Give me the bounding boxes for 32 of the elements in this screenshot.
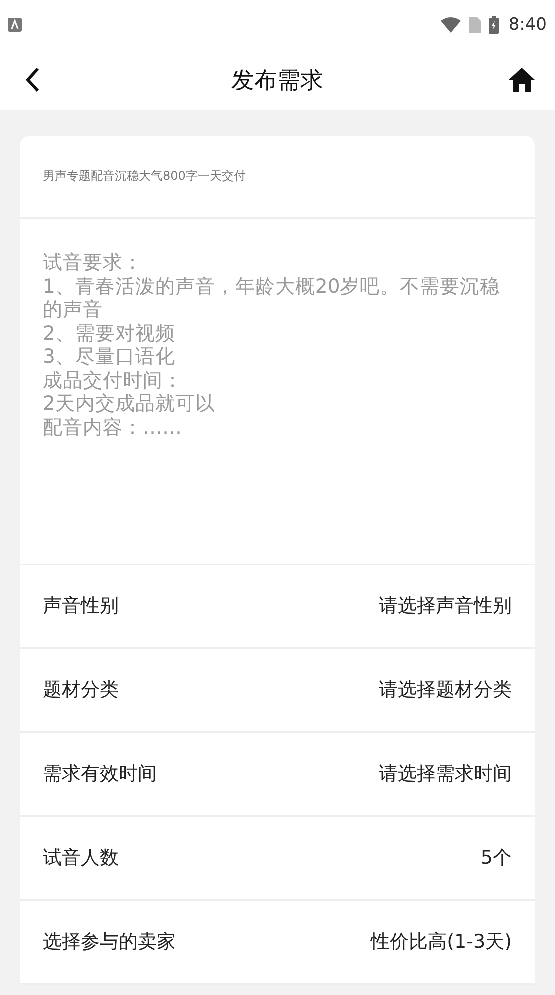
row-value: 请选择需求时间 [379,762,512,787]
form-row[interactable]: 题材分类 请选择题材分类 [20,649,535,733]
notification-icon [8,18,22,32]
chevron-left-icon [25,67,41,93]
form-row[interactable]: 试音人数 5个 [20,817,535,901]
form-row[interactable]: 需求有效时间 请选择需求时间 [20,733,535,817]
row-label: 选择参与的卖家 [43,930,176,955]
description-line: 1、青春活泼的声音，年龄大概20岁吧。不需要沉稳的声音 [43,274,502,322]
row-value: 请选择题材分类 [379,678,512,703]
row-label: 题材分类 [43,678,119,703]
description-line: 2天内交成品就可以 [43,392,216,416]
description-line: 配音内容：…… [43,416,182,439]
row-value: 性价比高(1-3天) [371,930,512,955]
description-line: 3、尽量口语化 [43,345,176,368]
home-button[interactable] [507,65,537,95]
form-row[interactable]: 声音性别 请选择声音性别 [20,565,535,649]
description-line: 试音要求： [43,251,143,274]
description-line: 2、需要对视频 [43,322,176,345]
row-value: 请选择声音性别 [379,594,512,619]
row-value: 5个 [480,846,512,871]
row-label: 试音人数 [43,846,119,871]
page-title: 发布需求 [232,66,324,96]
row-label: 声音性别 [43,594,119,619]
description-line: 成品交付时间： [43,368,183,392]
wifi-icon [440,17,461,33]
title-field[interactable]: 男声专题配音沉稳大气800字一天交付 [20,136,535,219]
home-icon [508,67,536,93]
row-label: 需求有效时间 [43,762,157,787]
no-sim-icon [468,17,481,33]
battery-icon [488,16,499,34]
clock-time: 8:40 [508,15,547,35]
form-row[interactable]: 选择参与的卖家 性价比高(1-3天) [20,901,535,985]
